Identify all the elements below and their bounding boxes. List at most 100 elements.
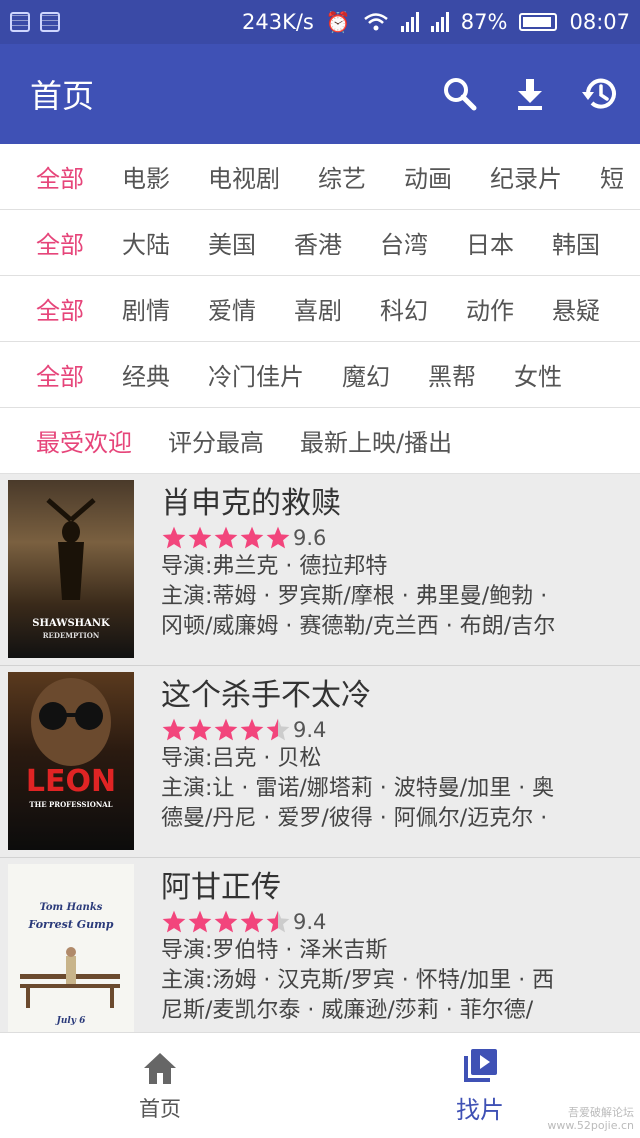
clock: 08:07 — [569, 10, 630, 34]
movie-cast: 主演:汤姆 · 汉克斯/罗宾 · 怀特/加里 · 西 — [161, 968, 555, 993]
status-bar: 243K/s ⏰ 87% 08:07 — [0, 0, 640, 44]
watermark-line: www.52pojie.cn — [547, 1119, 634, 1132]
download-icon[interactable] — [510, 74, 550, 114]
movie-cast: 主演:让 · 雷诺/娜塔莉 · 波特曼/加里 · 奥 — [161, 776, 555, 801]
star-full-icon — [188, 910, 212, 933]
filter-region-hongkong[interactable]: 香港 — [294, 225, 342, 260]
filter-region-all[interactable]: 全部 — [36, 225, 84, 260]
watermark: 吾爱破解论坛 www.52pojie.cn — [547, 1106, 634, 1132]
filter-style-gangster[interactable]: 黑帮 — [428, 357, 476, 392]
filter-type-animation[interactable]: 动画 — [404, 159, 452, 194]
movie-cast: 冈顿/威廉姆 · 赛德勒/克兰西 · 布朗/吉尔 — [161, 614, 556, 639]
filter-genre-comedy[interactable]: 喜剧 — [294, 291, 342, 326]
filter-type-short[interactable]: 短 — [600, 159, 624, 194]
wifi-icon — [363, 13, 388, 31]
filter-style-hidden-gems[interactable]: 冷门佳片 — [208, 357, 304, 392]
filter-region-japan[interactable]: 日本 — [466, 225, 514, 260]
star-full-icon — [162, 910, 186, 933]
filter-genre-action[interactable]: 动作 — [466, 291, 514, 326]
star-full-icon — [240, 910, 264, 933]
filter-type-all[interactable]: 全部 — [36, 159, 84, 194]
filter-type-variety[interactable]: 综艺 — [318, 159, 366, 194]
star-half-icon — [266, 910, 290, 933]
star-full-icon — [240, 526, 264, 549]
network-speed: 243K/s — [242, 10, 314, 34]
app-bar: 首页 — [0, 44, 640, 144]
movie-list[interactable]: SHAWSHANK REDEMPTION 肖申克的救赎 9.6 导演:弗兰克 ·… — [0, 474, 640, 1032]
filter-type-tv[interactable]: 电视剧 — [208, 159, 280, 194]
filter-region-usa[interactable]: 美国 — [208, 225, 256, 260]
filter-genre-scifi[interactable]: 科幻 — [380, 291, 428, 326]
movie-cast: 德曼/丹尼 · 爱罗/彼得 · 阿佩尔/迈克尔 · — [161, 806, 548, 831]
rating-score: 9.4 — [293, 718, 327, 742]
nav-find-label: 找片 — [456, 1096, 504, 1124]
page-title: 首页 — [30, 77, 95, 115]
filter-region-mainland[interactable]: 大陆 — [122, 225, 170, 260]
filter-type-movie[interactable]: 电影 — [122, 159, 170, 194]
movie-director: 导演:吕克 · 贝松 — [161, 746, 322, 771]
movie-title: 肖申克的救赎 — [161, 486, 341, 521]
type-filter-row: 全部 电影 电视剧 综艺 动画 纪录片 短 — [0, 144, 640, 210]
rating-stars — [161, 717, 291, 743]
star-full-icon — [214, 910, 238, 933]
poster-title: SHAWSHANK — [32, 618, 110, 629]
filter-style-all[interactable]: 全部 — [36, 357, 84, 392]
star-full-icon — [162, 718, 186, 741]
search-icon[interactable] — [440, 74, 480, 114]
movie-cast: 主演:蒂姆 · 罗宾斯/摩根 · 弗里曼/鲍勃 · — [161, 584, 548, 609]
alarm-icon: ⏰ — [325, 10, 351, 34]
filter-region-taiwan[interactable]: 台湾 — [380, 225, 428, 260]
rating-score: 9.4 — [293, 910, 327, 934]
movie-item[interactable]: Tom Hanks Forrest Gump July 6 阿甘正传 9.4 导… — [0, 858, 640, 1032]
video-library-icon — [464, 1049, 497, 1082]
filter-style-female[interactable]: 女性 — [514, 357, 562, 392]
watermark-line: 吾爱破解论坛 — [568, 1106, 634, 1119]
star-full-icon — [214, 718, 238, 741]
filter-genre-all[interactable]: 全部 — [36, 291, 84, 326]
signal-icon — [430, 12, 449, 32]
movie-title: 这个杀手不太冷 — [161, 678, 371, 713]
home-icon — [144, 1052, 176, 1084]
movie-poster[interactable]: SHAWSHANK REDEMPTION — [8, 480, 134, 658]
notification-icon — [40, 12, 60, 32]
filter-panel: 全部 电影 电视剧 综艺 动画 纪录片 短 全部 大陆 美国 香港 台湾 日本 … — [0, 144, 640, 474]
poster-bench — [20, 947, 120, 1008]
bottom-navigation: 首页 找片 — [0, 1032, 640, 1138]
movie-director: 导演:罗伯特 · 泽米吉斯 — [161, 938, 388, 963]
star-full-icon — [188, 718, 212, 741]
poster-subtitle: THE PROFESSIONAL — [29, 800, 113, 809]
movie-item[interactable]: LEON THE PROFESSIONAL 这个杀手不太冷 9.4 导演:吕克 … — [0, 666, 640, 858]
battery-percent: 87% — [460, 10, 508, 34]
filter-style-fantasy[interactable]: 魔幻 — [342, 357, 390, 392]
rating-stars — [161, 909, 291, 935]
movie-item[interactable]: SHAWSHANK REDEMPTION 肖申克的救赎 9.6 导演:弗兰克 ·… — [0, 474, 640, 666]
sort-latest[interactable]: 最新上映/播出 — [300, 423, 452, 458]
star-half-icon — [266, 718, 290, 741]
nav-home-label: 首页 — [139, 1096, 181, 1121]
filter-genre-suspense[interactable]: 悬疑 — [552, 291, 600, 326]
star-full-icon — [214, 526, 238, 549]
star-full-icon — [266, 526, 290, 549]
sort-top-rated[interactable]: 评分最高 — [168, 423, 264, 458]
movie-poster[interactable]: Tom Hanks Forrest Gump July 6 — [8, 864, 134, 1032]
star-full-icon — [240, 718, 264, 741]
filter-style-classic[interactable]: 经典 — [122, 357, 170, 392]
nav-home[interactable]: 首页 — [0, 1033, 320, 1138]
sort-most-popular[interactable]: 最受欢迎 — [36, 423, 132, 458]
rating-score: 9.6 — [293, 526, 327, 550]
filter-genre-drama[interactable]: 剧情 — [122, 291, 170, 326]
movie-cast: 尼斯/麦凯尔泰 · 威廉逊/莎莉 · 菲尔德/ — [161, 998, 534, 1023]
poster-figure — [31, 678, 111, 766]
movie-title: 阿甘正传 — [161, 870, 281, 905]
rating-stars — [161, 525, 291, 551]
movie-poster[interactable]: LEON THE PROFESSIONAL — [8, 672, 134, 850]
history-icon[interactable] — [580, 74, 620, 114]
region-filter-row: 全部 大陆 美国 香港 台湾 日本 韩国 — [0, 210, 640, 276]
signal-icon — [400, 12, 419, 32]
filter-genre-romance[interactable]: 爱情 — [208, 291, 256, 326]
poster-date: July 6 — [56, 1016, 86, 1026]
filter-type-documentary[interactable]: 纪录片 — [490, 159, 562, 194]
genre-filter-row: 全部 剧情 爱情 喜剧 科幻 动作 悬疑 — [0, 276, 640, 342]
battery-icon — [519, 13, 558, 31]
filter-region-korea[interactable]: 韩国 — [552, 225, 600, 260]
